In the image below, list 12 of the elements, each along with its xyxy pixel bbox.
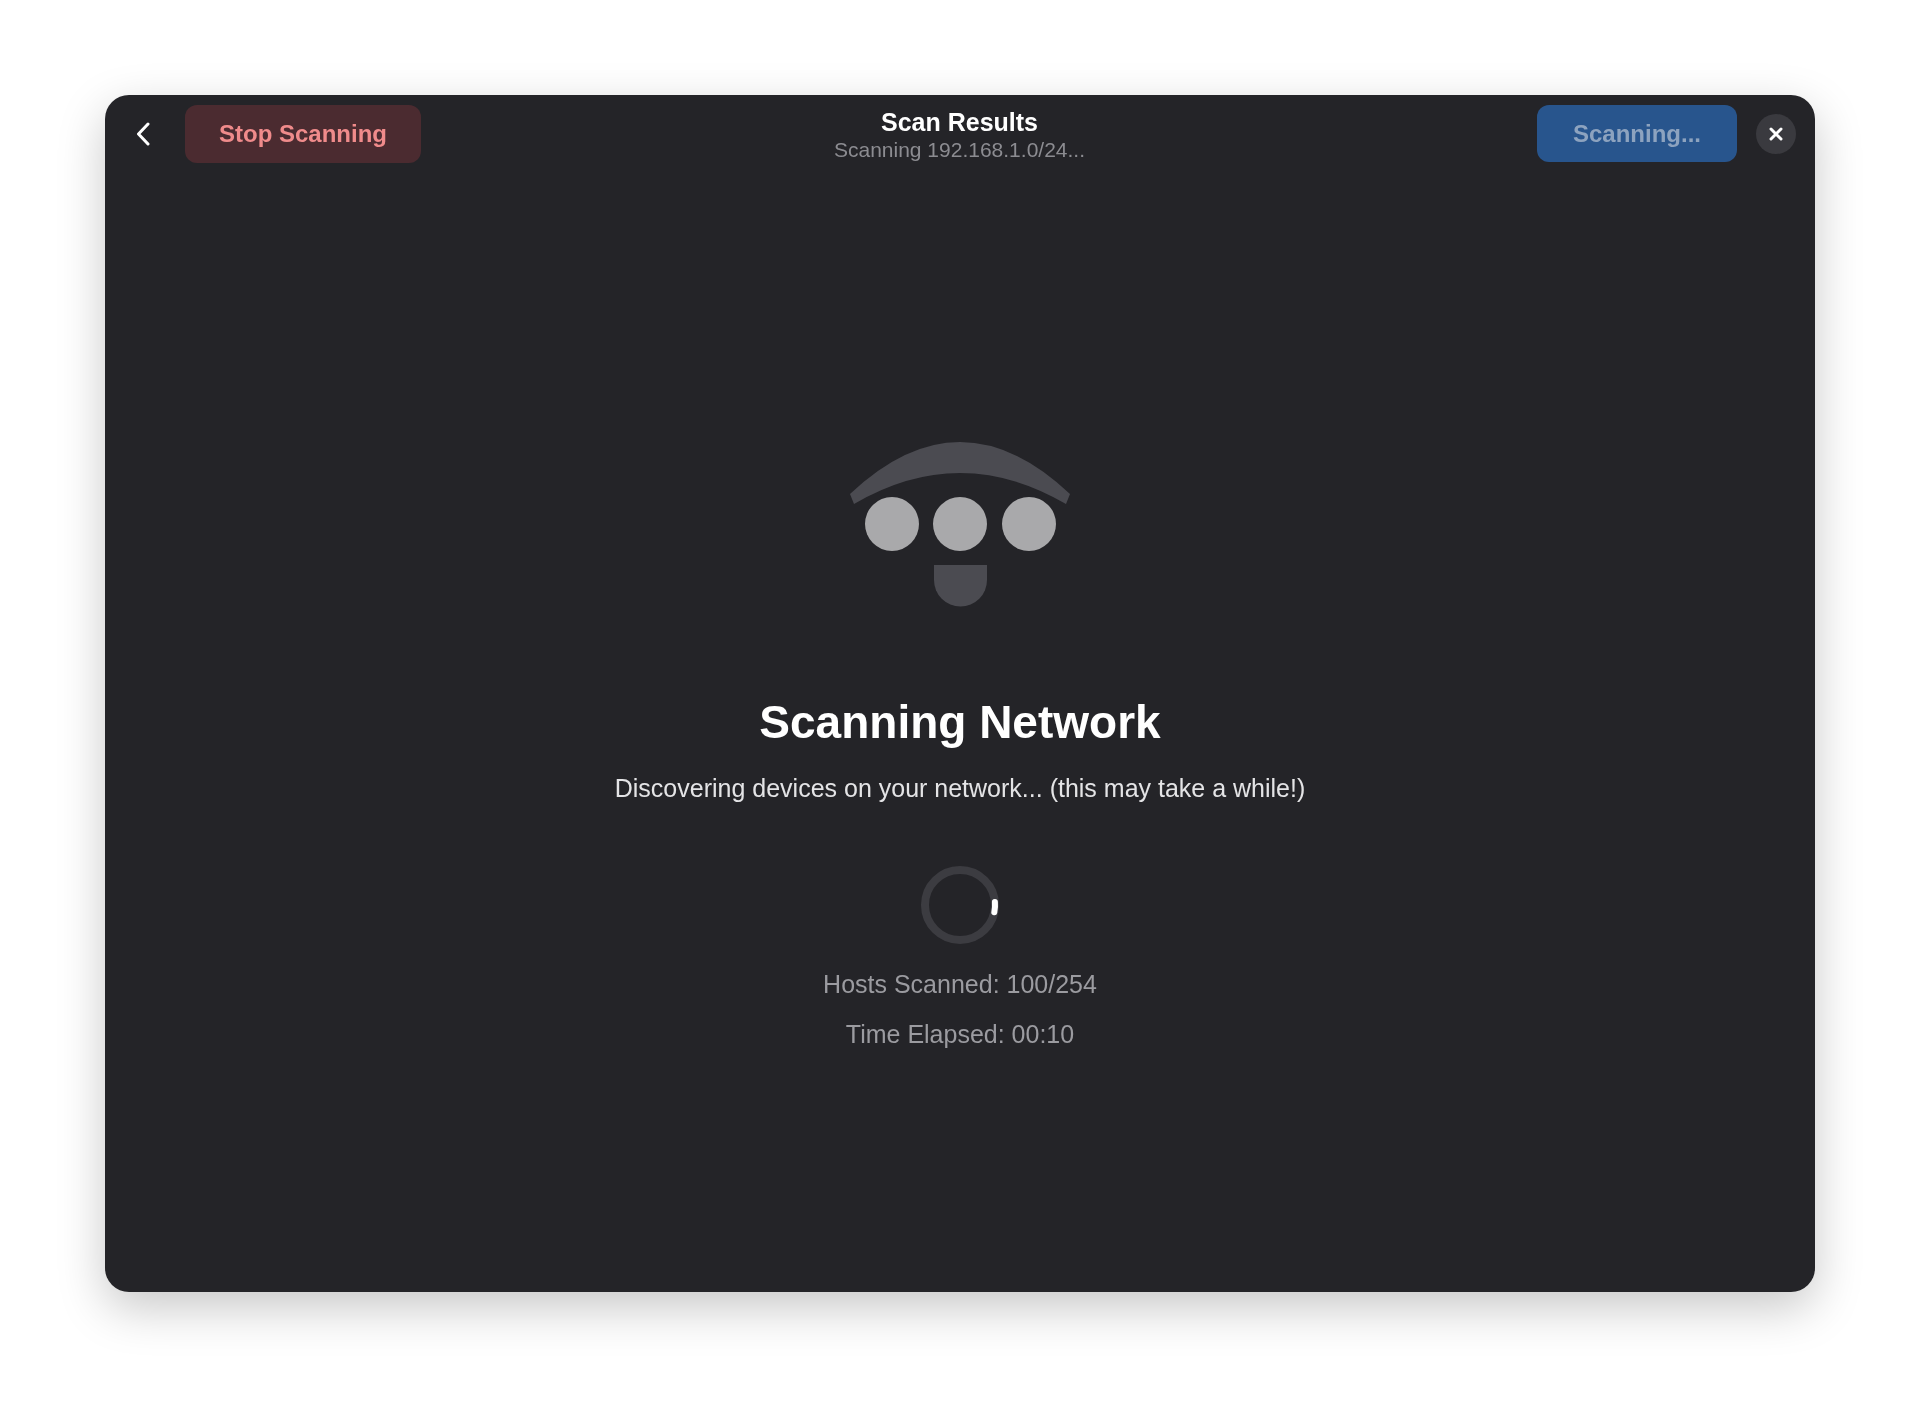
stop-scanning-button[interactable]: Stop Scanning [185, 105, 421, 163]
spinner-icon [920, 865, 1000, 945]
close-icon [1769, 126, 1783, 141]
stat-text: Time Elapsed: 00:10 [845, 1019, 1075, 1050]
close-button[interactable] [1756, 113, 1796, 154]
window-title: Scan Results [881, 107, 1038, 137]
window-subtitle: Scanning 192.168.1.0/24... [833, 137, 1085, 163]
network-icon [850, 442, 1070, 607]
status-heading: Scanning Network [759, 696, 1161, 748]
stat-text: Hosts Scanned: 100/254 [823, 969, 1097, 1000]
chevron-left-icon [136, 122, 150, 146]
status-message: Discovering devices on your network... (this may take a while!) [614, 773, 1306, 804]
